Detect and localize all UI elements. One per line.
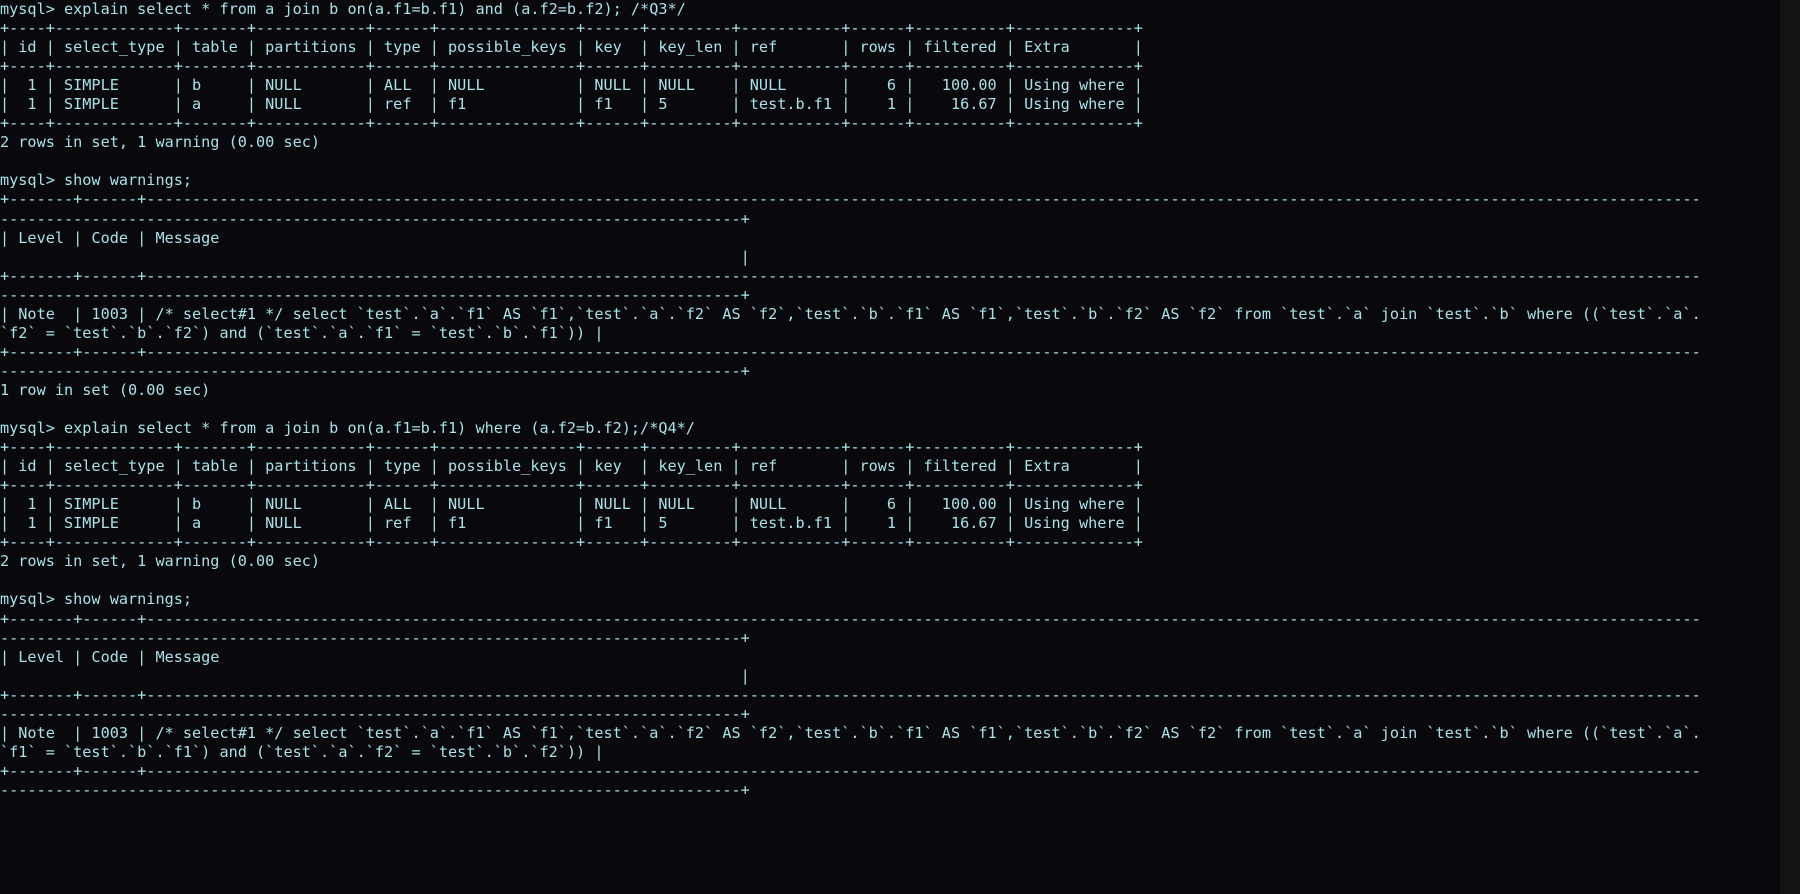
scrollbar-thumb[interactable] — [1782, 640, 1798, 890]
terminal-line: mysql> explain select * from a join b on… — [0, 419, 695, 438]
terminal-line: +-------+------+------------------------… — [0, 761, 1701, 780]
terminal-line: mysql> show warnings; — [0, 590, 193, 609]
terminal-line: mysql> show warnings; — [0, 171, 193, 190]
terminal-line: 2 rows in set, 1 warning (0.00 sec) — [0, 552, 321, 571]
terminal-line: +----+-------------+-------+------------… — [0, 19, 1143, 38]
terminal-line: +-------+------+------------------------… — [0, 609, 1701, 628]
terminal-line-wrapped: ----------------------------------------… — [0, 628, 750, 647]
terminal-line: | Level | Code | Message — [0, 647, 1701, 666]
terminal-line: | Note | 1003 | /* select#1 */ select `t… — [0, 723, 1701, 742]
terminal-line: | Level | Code | Message — [0, 228, 1701, 247]
terminal-line-wrapped: ----------------------------------------… — [0, 780, 750, 799]
terminal-line: +----+-------------+-------+------------… — [0, 114, 1143, 133]
terminal-line: | 1 | SIMPLE | b | NULL | ALL | NULL | N… — [0, 76, 1143, 95]
vertical-scrollbar[interactable] — [1780, 0, 1800, 894]
terminal-line: | Note | 1003 | /* select#1 */ select `t… — [0, 304, 1701, 323]
terminal-line: | 1 | SIMPLE | a | NULL | ref | f1 | f1 … — [0, 514, 1143, 533]
terminal-line: 1 row in set (0.00 sec) — [0, 380, 211, 399]
terminal-line: | id | select_type | table | partitions … — [0, 457, 1143, 476]
terminal-line: +-------+------+------------------------… — [0, 685, 1701, 704]
terminal-line: +----+-------------+-------+------------… — [0, 438, 1143, 457]
terminal-line: +-------+------+------------------------… — [0, 342, 1701, 361]
terminal-line-wrapped: ----------------------------------------… — [0, 361, 750, 380]
terminal-line-wrapped: | — [0, 247, 750, 266]
terminal-line-wrapped: `f1` = `test`.`b`.`f1`) and (`test`.`a`.… — [0, 742, 604, 761]
terminal-line: +-------+------+------------------------… — [0, 266, 1701, 285]
terminal-line: | id | select_type | table | partitions … — [0, 38, 1143, 57]
terminal-line: +----+-------------+-------+------------… — [0, 533, 1143, 552]
terminal-line: +-------+------+------------------------… — [0, 190, 1701, 209]
terminal-line: 2 rows in set, 1 warning (0.00 sec) — [0, 133, 321, 152]
terminal-line-wrapped: | — [0, 666, 750, 685]
terminal-line-wrapped: `f2` = `test`.`b`.`f2`) and (`test`.`a`.… — [0, 323, 604, 342]
terminal-line-wrapped: ----------------------------------------… — [0, 704, 750, 723]
terminal-output[interactable]: mysql> explain select * from a join b on… — [0, 0, 1780, 894]
terminal-line-wrapped: ----------------------------------------… — [0, 285, 750, 304]
terminal-line: | 1 | SIMPLE | b | NULL | ALL | NULL | N… — [0, 495, 1143, 514]
terminal-line-wrapped: ----------------------------------------… — [0, 209, 750, 228]
terminal-line: mysql> explain select * from a join b on… — [0, 0, 686, 18]
terminal-line: +----+-------------+-------+------------… — [0, 476, 1143, 495]
terminal-line: | 1 | SIMPLE | a | NULL | ref | f1 | f1 … — [0, 95, 1143, 114]
terminal-line: +----+-------------+-------+------------… — [0, 57, 1143, 76]
